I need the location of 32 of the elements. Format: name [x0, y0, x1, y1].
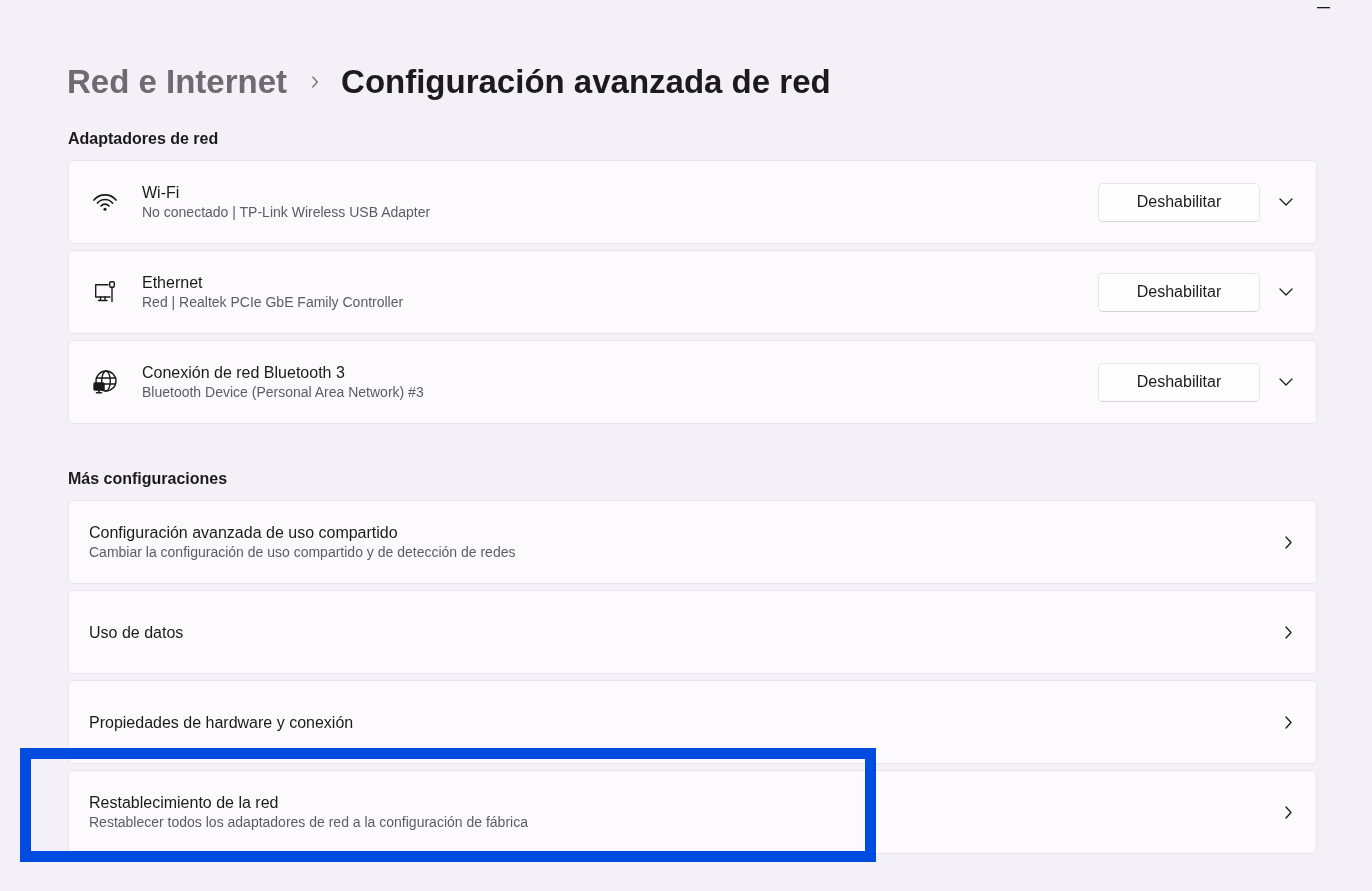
section-heading: Más configuraciones [68, 469, 229, 489]
disable-button[interactable]: Deshabilitar [1098, 362, 1260, 402]
disable-button[interactable]: Deshabilitar [1098, 182, 1260, 222]
adapter-detail: No conectado | TP-Link Wireless USB Adapter [142, 203, 432, 222]
minimize-icon [1317, 7, 1330, 9]
settings-link-card[interactable]: Propiedades de hardware y conexión [68, 680, 1317, 764]
setting-description: Restablecer todos los adaptadores de red a la configuración de fábrica [89, 813, 529, 832]
chevron-right-icon [1285, 535, 1292, 549]
disable-button[interactable]: Deshabilitar [1098, 272, 1260, 312]
chevron-right-icon [1285, 805, 1292, 819]
chevron-right-icon [1285, 715, 1292, 729]
setting-description: Cambiar la configuración de uso compartido y de detección de redes [89, 543, 517, 562]
breadcrumb-link[interactable]: Red e Internet [67, 63, 288, 101]
setting-title: Configuración avanzada de uso compartido [89, 523, 399, 543]
settings-link-card[interactable]: Configuración avanzada de uso compartido Cambiar la configuración de uso compartido y de detección de redes [68, 500, 1317, 584]
setting-title: Propiedades de hardware y conexión [89, 712, 355, 733]
monitor-plug-icon [93, 281, 117, 303]
adapter-name: Wi-Fi [142, 183, 181, 203]
page-title: Configuración avanzada de red [341, 63, 831, 101]
setting-title: Restablecimiento de la red [89, 793, 280, 813]
adapter-detail: Bluetooth Device (Personal Area Network) #3 [142, 383, 425, 402]
minimize-button[interactable] [1317, 7, 1330, 9]
chevron-right-icon [1285, 625, 1292, 639]
setting-title: Uso de datos [89, 622, 185, 643]
globe-monitor-icon [93, 370, 117, 394]
adapter-detail: Red | Realtek PCIe GbE Family Controller [142, 293, 405, 312]
chevron-right-icon [311, 76, 320, 88]
adapter-name: Conexión de red Bluetooth 3 [142, 363, 346, 383]
adapter-name: Ethernet [142, 273, 204, 293]
wifi-icon [93, 193, 117, 211]
settings-link-card[interactable]: Uso de datos [68, 590, 1317, 674]
section-heading: Adaptadores de red [68, 129, 220, 149]
